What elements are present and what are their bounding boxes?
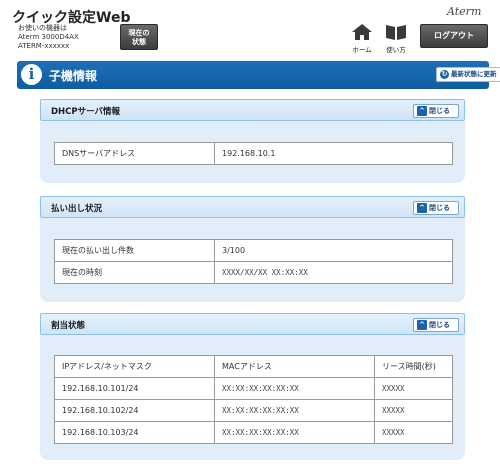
page-title-bar: i 子機情報 ↻ 最新状態に更新	[17, 61, 500, 89]
info-icon: i	[21, 64, 42, 85]
dhcp-table: DNSサーバアドレス 192.168.10.1	[54, 142, 453, 165]
collapse-button[interactable]: ^ 閉じる	[413, 318, 459, 332]
mac-cell: XX:XX:XX:XX:XX:XX	[214, 399, 375, 422]
table-cell-value: XXXX/XX/XX XX:XX:XX	[214, 261, 453, 284]
collapse-label: 閉じる	[429, 107, 450, 115]
chevron-up-icon: ^	[417, 106, 427, 116]
home-icon	[352, 24, 372, 40]
table-cell-value: 192.168.10.1	[214, 142, 453, 165]
logout-button[interactable]: ログアウト	[420, 24, 488, 48]
help-label: 使い方	[386, 46, 406, 54]
device-model: Aterm 3000D4AX	[18, 33, 79, 41]
device-name: ATERM-xxxxxx	[18, 42, 70, 50]
section-header-dhcp: DHCPサーバ情報 ^ 閉じる	[40, 99, 465, 121]
section-title: 払い出し状況	[51, 204, 103, 214]
table-cell-value: 3/100	[214, 239, 453, 262]
collapse-button[interactable]: ^ 閉じる	[413, 104, 459, 118]
section-body-lease-status: 現在の払い出し件数 3/100 現在の時刻 XXXX/XX/XX XX:XX:X…	[40, 218, 465, 302]
table-row: 192.168.10.103/24 XX:XX:XX:XX:XX:XX XXXX…	[54, 421, 453, 444]
ip-cell: 192.168.10.102/24	[54, 399, 215, 422]
home-button[interactable]: ホーム	[349, 24, 375, 54]
lease-time-cell: XXXXX	[374, 377, 453, 400]
section-header-assignment: 割当状態 ^ 閉じる	[40, 313, 465, 335]
refresh-button[interactable]: ↻ 最新状態に更新	[436, 67, 500, 82]
column-header: リース時間(秒)	[374, 355, 453, 378]
ip-cell: 192.168.10.101/24	[54, 377, 215, 400]
table-row: 192.168.10.101/24 XX:XX:XX:XX:XX:XX XXXX…	[54, 377, 453, 400]
lease-time-cell: XXXXX	[374, 421, 453, 444]
chevron-up-icon: ^	[417, 320, 427, 330]
assignment-table: IPアドレス/ネットマスク MACアドレス リース時間(秒) 192.168.1…	[54, 355, 453, 444]
mac-cell: XX:XX:XX:XX:XX:XX	[214, 377, 375, 400]
collapse-button[interactable]: ^ 閉じる	[413, 201, 459, 215]
table-row: 現在の時刻 XXXX/XX/XX XX:XX:XX	[54, 261, 453, 284]
table-header-row: IPアドレス/ネットマスク MACアドレス リース時間(秒)	[54, 355, 453, 378]
current-status-button[interactable]: 現在の 状態	[120, 24, 158, 50]
table-row: DNSサーバアドレス 192.168.10.1	[54, 142, 453, 165]
column-header: MACアドレス	[214, 355, 375, 378]
device-info: お使いの機器は Aterm 3000D4AX ATERM-xxxxxx	[18, 24, 79, 51]
column-header: IPアドレス/ネットマスク	[54, 355, 215, 378]
section-title: DHCPサーバ情報	[51, 107, 121, 117]
table-cell-label: 現在の払い出し件数	[54, 239, 215, 262]
lease-status-table: 現在の払い出し件数 3/100 現在の時刻 XXXX/XX/XX XX:XX:X…	[54, 239, 453, 284]
status-button-line2: 状態	[132, 38, 146, 46]
ip-cell: 192.168.10.103/24	[54, 421, 215, 444]
section-body-dhcp: DNSサーバアドレス 192.168.10.1	[40, 121, 465, 183]
mac-cell: XX:XX:XX:XX:XX:XX	[214, 421, 375, 444]
chevron-up-icon: ^	[417, 203, 427, 213]
book-icon	[386, 25, 406, 40]
page-title: 子機情報	[49, 69, 98, 83]
collapse-label: 閉じる	[429, 321, 450, 329]
aterm-logo: Aterm	[447, 5, 482, 18]
home-label: ホーム	[352, 46, 372, 54]
section-header-lease-status: 払い出し状況 ^ 閉じる	[40, 196, 465, 218]
table-row: 192.168.10.102/24 XX:XX:XX:XX:XX:XX XXXX…	[54, 399, 453, 422]
help-button[interactable]: 使い方	[382, 24, 410, 54]
status-button-line1: 現在の	[128, 29, 150, 37]
section-title: 割当状態	[51, 321, 86, 331]
collapse-label: 閉じる	[429, 204, 450, 212]
device-info-line: お使いの機器は	[18, 24, 67, 32]
lease-time-cell: XXXXX	[374, 399, 453, 422]
table-cell-label: DNSサーバアドレス	[54, 142, 215, 165]
section-body-assignment: IPアドレス/ネットマスク MACアドレス リース時間(秒) 192.168.1…	[40, 335, 465, 460]
table-cell-label: 現在の時刻	[54, 261, 215, 284]
table-row: 現在の払い出し件数 3/100	[54, 239, 453, 262]
refresh-label: 最新状態に更新	[451, 70, 497, 78]
refresh-icon: ↻	[440, 70, 449, 79]
header: クイック設定Web お使いの機器は Aterm 3000D4AX ATERM-x…	[0, 0, 500, 58]
